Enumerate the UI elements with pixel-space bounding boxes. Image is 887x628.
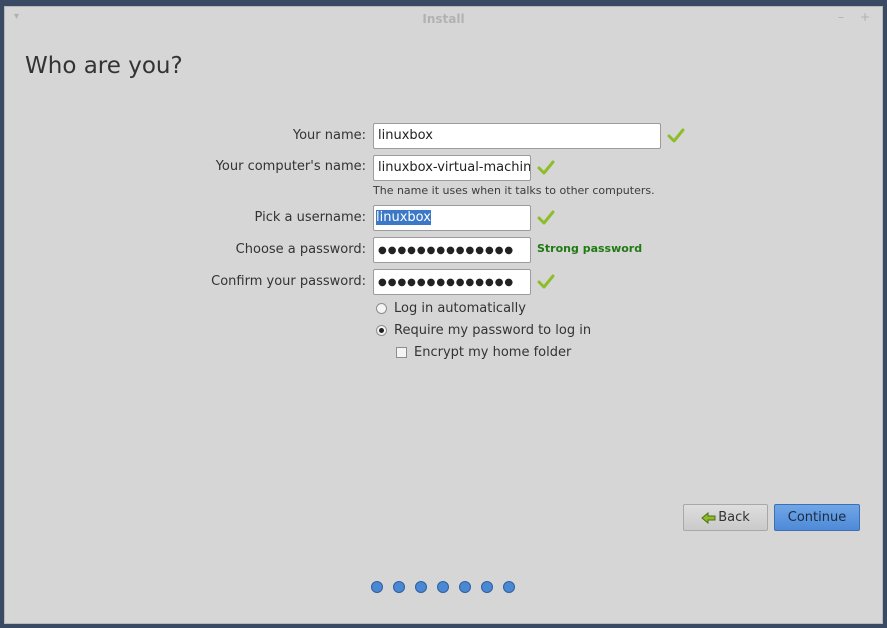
your-name-label: Your name: [292,128,366,143]
encrypt-home-option[interactable]: Encrypt my home folder [396,345,571,360]
confirm-password-input[interactable]: ●●●●●●●●●●●●●● [373,269,531,295]
progress-dot [503,581,515,593]
progress-dot [481,581,493,593]
progress-dot [437,581,449,593]
username-input[interactable]: linuxbox [373,205,531,231]
back-button[interactable]: Back [683,504,768,531]
password-value: ●●●●●●●●●●●●●● [378,245,515,256]
confirm-password-label: Confirm your password: [211,274,366,289]
computer-name-input[interactable]: linuxbox-virtual-machine [373,155,531,181]
login-automatically-radio[interactable] [376,303,387,314]
login-automatically-option[interactable]: Log in automatically [376,301,526,316]
encrypt-home-label: Encrypt my home folder [414,345,572,360]
confirm-password-value: ●●●●●●●●●●●●●● [378,277,515,288]
back-button-label: Back [718,510,750,525]
computer-name-value: linuxbox-virtual-machine [378,160,531,175]
username-value: linuxbox [376,210,431,225]
installer-window: ▾ Install – + Who are you? Your name: li… [4,6,883,624]
checkmark-icon [537,274,555,289]
computer-name-label: Your computer's name: [215,159,366,174]
checkmark-icon [667,128,685,143]
title-bar: ▾ Install – + [5,7,882,33]
your-name-value: linuxbox [378,128,433,143]
progress-dot [415,581,427,593]
username-label: Pick a username: [254,210,366,225]
page-title: Who are you? [25,53,183,79]
back-arrow-icon [701,511,716,524]
progress-dot [371,581,383,593]
encrypt-home-checkbox[interactable] [396,347,407,358]
require-password-radio[interactable] [376,325,387,336]
require-password-label: Require my password to log in [394,323,592,338]
checkmark-icon [537,210,555,225]
minimize-icon[interactable]: – [838,10,844,24]
require-password-option[interactable]: Require my password to log in [376,323,591,338]
progress-dot [459,581,471,593]
continue-button[interactable]: Continue [774,504,860,531]
password-strength: Strong password [537,242,643,255]
maximize-icon[interactable]: + [860,10,870,24]
password-label: Choose a password: [235,242,366,257]
your-name-input[interactable]: linuxbox [373,123,661,149]
window-title: Install [422,12,465,26]
progress-indicator [371,581,515,593]
progress-dot [393,581,405,593]
checkmark-icon [537,160,555,175]
computer-name-hint: The name it uses when it talks to other … [373,184,655,197]
password-input[interactable]: ●●●●●●●●●●●●●● [373,237,531,263]
login-automatically-label: Log in automatically [394,301,526,316]
continue-button-label: Continue [787,510,847,525]
